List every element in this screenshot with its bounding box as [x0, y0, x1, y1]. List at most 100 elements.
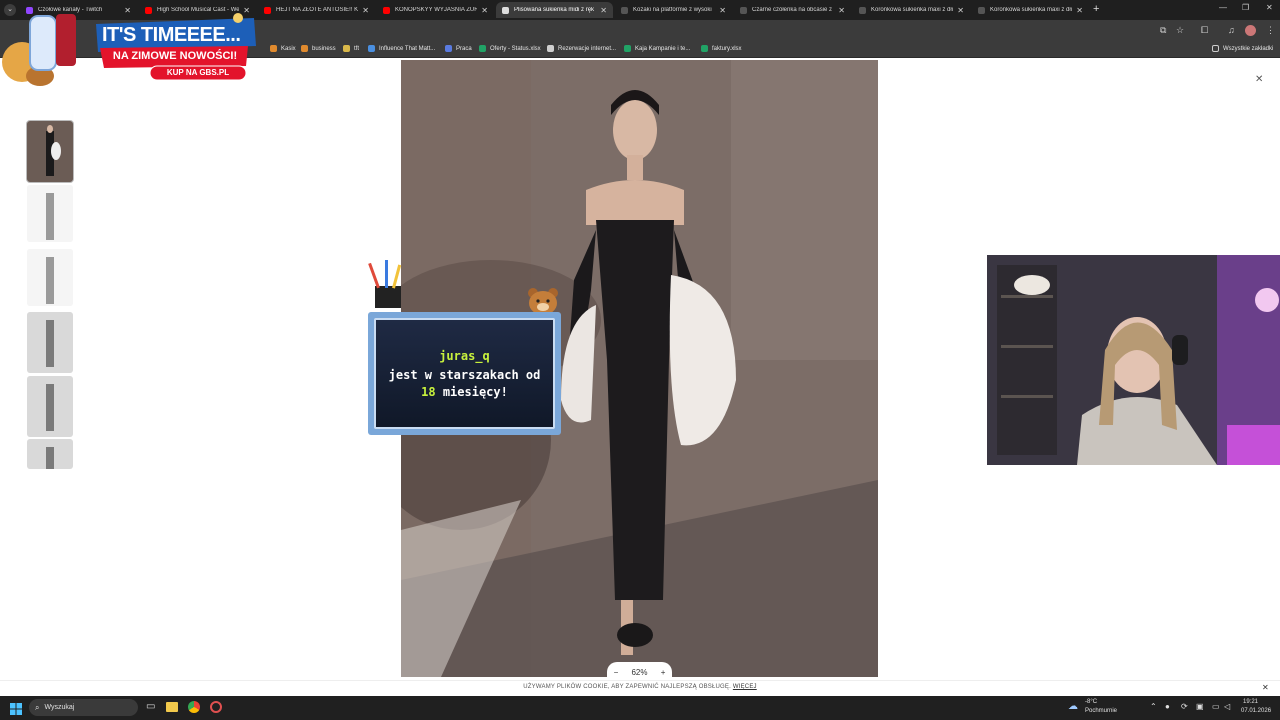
tab-close-icon[interactable]: ✕: [957, 6, 964, 15]
promo-cta[interactable]: KUP NA GBS.PL: [150, 68, 246, 77]
subscriber-line-2: 18 miesięcy!: [421, 385, 508, 399]
bookmark-item[interactable]: Influence That Matt...: [368, 45, 435, 52]
menu-icon[interactable]: ⋮: [1266, 25, 1275, 36]
tab-favicon-icon: [383, 6, 390, 14]
browser-tab[interactable]: KONOPSKYY WYJAŚNIA ŻURN ✕: [377, 2, 494, 18]
minimize-button[interactable]: —: [1219, 3, 1227, 12]
promo-overlay: IT'S TIMEEEE... NA ZIMOWE NOWOŚCI! KUP N…: [0, 10, 262, 90]
thumb-image: [27, 439, 73, 469]
tray-sync-icon[interactable]: ⟳: [1181, 702, 1188, 711]
cookie-close-icon[interactable]: ✕: [1262, 683, 1269, 692]
weather-temp: -8°C: [1085, 699, 1098, 705]
bookmark-item[interactable]: faktury.xlsx: [701, 45, 742, 52]
start-button[interactable]: [10, 702, 22, 715]
webcam-overlay: [987, 255, 1280, 465]
bookmark-favicon-icon: [343, 45, 350, 52]
window-close-button[interactable]: ✕: [1266, 3, 1273, 12]
tab-close-icon[interactable]: ✕: [481, 6, 488, 15]
file-explorer-icon[interactable]: [166, 702, 178, 712]
maximize-button[interactable]: ❐: [1242, 3, 1249, 12]
gallery-thumbnail[interactable]: [27, 312, 73, 373]
plus-icon: +: [1093, 3, 1100, 15]
tab-favicon-icon: [740, 6, 747, 14]
zoom-in-button[interactable]: +: [661, 668, 666, 677]
taskbar: ▭ ☁ -8°C Pochmurnie ⌃ ● ⟳ ▣ ♪ ▭ ◁ 19:21 …: [0, 696, 1280, 720]
bookmark-item[interactable]: Kasix: [270, 45, 296, 52]
tab-label: HEJT NA ZŁOTE ANTOSIE!! KO: [276, 7, 359, 13]
media-control-icon[interactable]: ♫: [1228, 25, 1235, 35]
subscriber-line-1: jest w starszakach od: [388, 367, 541, 382]
bookmark-favicon-icon: [301, 45, 308, 52]
tab-close-icon[interactable]: ✕: [719, 6, 726, 15]
weather-desc: Pochmurnie: [1085, 708, 1118, 714]
gallery-thumbnail[interactable]: [26, 120, 74, 183]
thumb-image: [27, 249, 73, 306]
profile-avatar[interactable]: [1245, 25, 1256, 36]
windows-logo-icon: [10, 703, 22, 715]
bookmark-item[interactable]: Oferty - Status.xlsx: [479, 45, 541, 52]
subscriber-months: 18: [421, 384, 436, 399]
bookmark-item[interactable]: business: [301, 45, 336, 52]
cookie-text-wrap: UŻYWAMY PLIKÓW COOKIE, ABY ZAPEWNIĆ NAJL…: [0, 684, 1280, 690]
tab-label: Plisowana sukienka midi z ręk: [514, 7, 595, 13]
zoom-out-button[interactable]: −: [614, 668, 619, 677]
tab-close-icon[interactable]: ✕: [362, 6, 369, 15]
chrome-icon[interactable]: [188, 701, 200, 713]
bookmark-favicon-icon: [270, 45, 277, 52]
bookmark-item[interactable]: Rezerwacje internet...: [547, 45, 616, 52]
task-view-icon[interactable]: ▭: [146, 701, 155, 712]
gallery-thumbnail[interactable]: [27, 439, 73, 469]
bookmark-item[interactable]: Praca: [445, 45, 472, 52]
bookmark-label: Influence That Matt...: [379, 45, 436, 52]
new-tab-button[interactable]: +: [1093, 3, 1099, 15]
search-icon: ⌕: [35, 702, 40, 712]
tab-label: Koronkowa sukienka maxi z dłu: [871, 7, 954, 13]
thumb-image: [27, 312, 73, 373]
app-icon[interactable]: [210, 701, 222, 713]
browser-tab[interactable]: Kozaki na platformie z wysoki ✕: [615, 2, 732, 18]
bookmark-item[interactable]: Kaja Kampanie i te...: [624, 45, 690, 52]
promo-subline: NA ZIMOWE NOWOŚCI!: [112, 50, 238, 62]
tray-app-icon[interactable]: ●: [1165, 702, 1170, 711]
cookie-more-link[interactable]: WIĘCEJ: [733, 684, 757, 690]
subscriber-alert-panel: juras_q jest w starszakach od 18 miesięc…: [374, 318, 555, 429]
folder-icon: [1212, 45, 1219, 52]
browser-tab[interactable]: Plisowana sukienka midi z ręk ✕: [496, 2, 613, 18]
tab-close-icon[interactable]: ✕: [838, 6, 845, 15]
network-icon[interactable]: ▭: [1212, 702, 1220, 711]
extensions-icon[interactable]: ⧠: [1201, 25, 1208, 36]
tab-label: Koronkowa sukienka maxi z dłu: [990, 7, 1073, 13]
bookmark-label: Oferty - Status.xlsx: [490, 45, 541, 52]
tray-chevron-icon[interactable]: ⌃: [1150, 702, 1157, 711]
browser-tab[interactable]: Koronkowa sukienka maxi z dłu ✕: [972, 2, 1089, 18]
browser-tab[interactable]: Czarne czółenka na obcasie z p ✕: [734, 2, 851, 18]
tab-label: KONOPSKYY WYJAŚNIA ŻURN: [395, 7, 478, 13]
gallery-thumbnail[interactable]: [27, 376, 73, 437]
tab-close-icon[interactable]: ✕: [600, 6, 607, 15]
bookmark-favicon-icon: [445, 45, 452, 52]
bookmark-label: faktury.xlsx: [712, 45, 742, 52]
bookmark-item[interactable]: tft: [343, 45, 359, 52]
bookmark-label: business: [312, 45, 336, 52]
gallery-thumbnail[interactable]: [27, 185, 73, 242]
browser-tab[interactable]: HEJT NA ZŁOTE ANTOSIE!! KO ✕: [258, 2, 375, 18]
browser-tab[interactable]: Koronkowa sukienka maxi z dłu ✕: [853, 2, 970, 18]
close-icon[interactable]: ✕: [1255, 74, 1263, 85]
clock-time[interactable]: 19:21: [1243, 699, 1258, 705]
clock-date[interactable]: 07.01.2026: [1241, 708, 1271, 714]
bookmark-favicon-icon: [624, 45, 631, 52]
tab-favicon-icon: [621, 6, 628, 14]
bookmark-favicon-icon: [701, 45, 708, 52]
taskbar-search[interactable]: ⌕ Wyszukaj: [29, 699, 138, 716]
bookmark-star-icon[interactable]: ☆: [1176, 25, 1184, 36]
bookmark-label: Kasix: [281, 45, 296, 52]
install-app-icon[interactable]: ⧉: [1160, 25, 1166, 36]
all-bookmarks[interactable]: Wszystkie zakładki: [1212, 45, 1273, 52]
volume-icon[interactable]: ◁: [1224, 702, 1230, 711]
bookmark-favicon-icon: [547, 45, 554, 52]
tab-label: Czarne czółenka na obcasie z p: [752, 7, 835, 13]
gallery-thumbnail[interactable]: [27, 249, 73, 306]
thumb-image: [27, 376, 73, 437]
tab-close-icon[interactable]: ✕: [1076, 6, 1083, 15]
all-bookmarks-label: Wszystkie zakładki: [1223, 45, 1274, 52]
